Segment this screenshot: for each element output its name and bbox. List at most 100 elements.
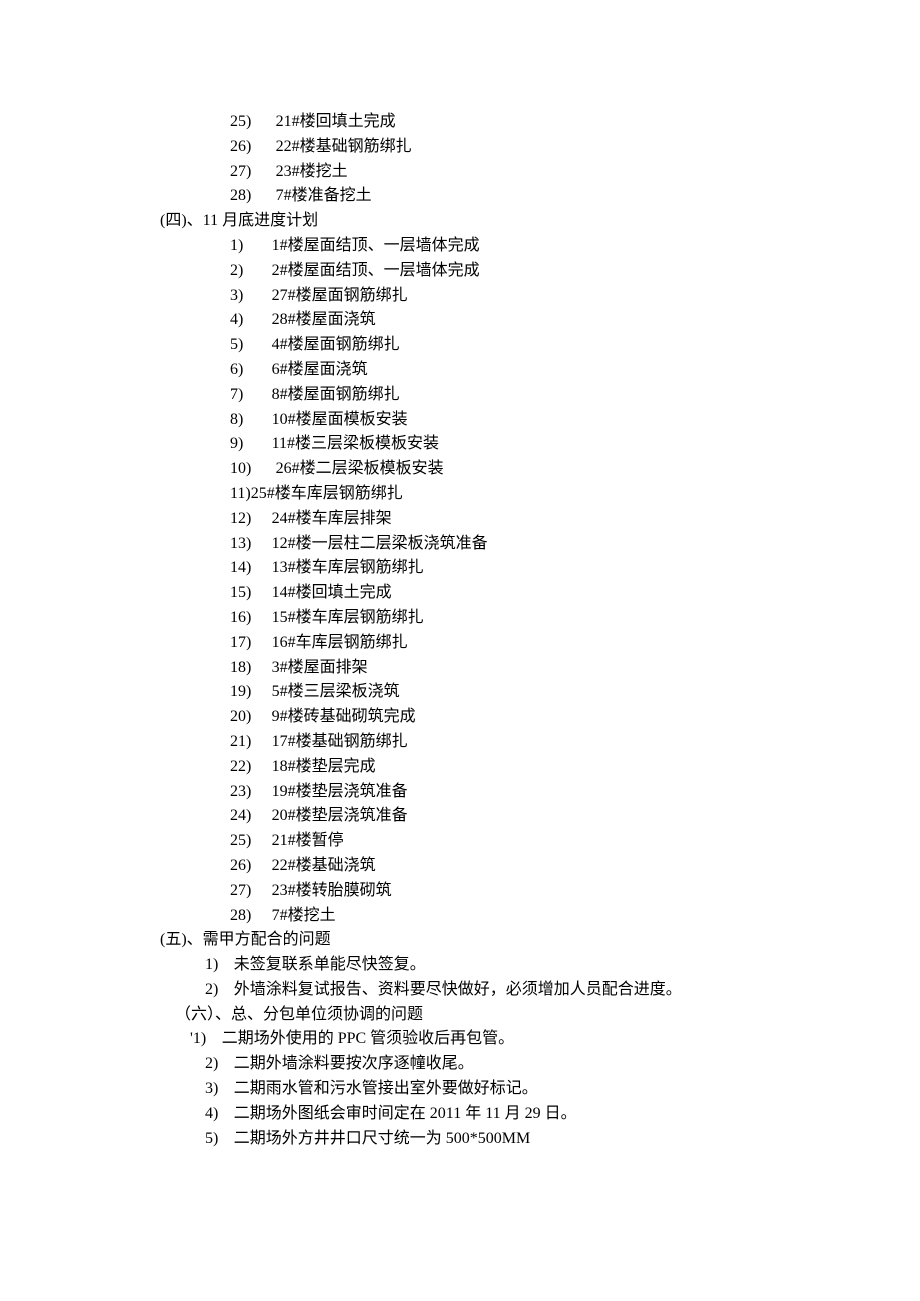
item-number: 2) [205, 1052, 234, 1077]
item-number: 7) [230, 383, 272, 408]
item-number: 2) [230, 259, 272, 284]
list-item: 11)25#楼车库层钢筋绑扎 [60, 482, 860, 507]
item-text: 18#楼垫层完成 [272, 758, 376, 775]
item-text: 5#楼三层梁板浇筑 [272, 683, 400, 700]
item-text: 1#楼屋面结顶、一层墙体完成 [272, 237, 480, 254]
item-number: 4) [205, 1102, 234, 1127]
list-item: 8)10#楼屋面模板安装 [60, 408, 860, 433]
list-item: 26) 22#楼基础钢筋绑扎 [60, 135, 860, 160]
item-number: 9) [230, 432, 272, 457]
item-number: 8) [230, 408, 272, 433]
item-text: 28#楼屋面浇筑 [272, 311, 376, 328]
list-item: 12)24#楼车库层排架 [60, 507, 860, 532]
item-number: 6) [230, 358, 272, 383]
item-text: 20#楼垫层浇筑准备 [272, 807, 408, 824]
list-item: 3)二期雨水管和污水管接出室外要做好标记。 [60, 1077, 860, 1102]
list-item: 4)二期场外图纸会审时间定在 2011 年 11 月 29 日。 [60, 1102, 860, 1127]
document-page: 25) 21#楼回填土完成 26) 22#楼基础钢筋绑扎 27) 23#楼挖土 … [0, 0, 920, 1301]
list-item: 2)二期外墙涂料要按次序逐幢收尾。 [60, 1052, 860, 1077]
list-item: 3)27#楼屋面钢筋绑扎 [60, 284, 860, 309]
item-number: 17) [230, 631, 272, 656]
item-number: 3) [230, 284, 272, 309]
list-item: 5)二期场外方井井口尺寸统一为 500*500MM [60, 1127, 860, 1152]
list-item: 28)7#楼挖土 [60, 904, 860, 929]
item-number: 23) [230, 780, 272, 805]
item-text: 7#楼挖土 [272, 907, 336, 924]
list-item: 10) 26#楼二层梁板模板安装 [60, 457, 860, 482]
item-text: 16#车库层钢筋绑扎 [272, 634, 408, 651]
list-item: 17)16#车库层钢筋绑扎 [60, 631, 860, 656]
list-item: 7)8#楼屋面钢筋绑扎 [60, 383, 860, 408]
list-item: 13)12#楼一层柱二层梁板浇筑准备 [60, 532, 860, 557]
item-number: 18) [230, 656, 272, 681]
item-number: 27) [230, 160, 272, 185]
item-number: 24) [230, 804, 272, 829]
item-text: 21#楼回填土完成 [276, 113, 396, 130]
list-item: 5)4#楼屋面钢筋绑扎 [60, 333, 860, 358]
item-text: 7#楼准备挖土 [276, 187, 372, 204]
item-number: 15) [230, 581, 272, 606]
list-item: 24)20#楼垫层浇筑准备 [60, 804, 860, 829]
list-item: 23)19#楼垫层浇筑准备 [60, 780, 860, 805]
list-item: 21)17#楼基础钢筋绑扎 [60, 730, 860, 755]
item-text: 21#楼暂停 [272, 832, 344, 849]
list-item: '1)二期场外使用的 PPC 管须验收后再包管。 [60, 1027, 860, 1052]
item-number: 13) [230, 532, 272, 557]
item-number: 19) [230, 680, 272, 705]
item-text: 13#楼车库层钢筋绑扎 [272, 559, 424, 576]
item-text: 二期场外图纸会审时间定在 2011 年 11 月 29 日。 [234, 1105, 577, 1122]
list-item: 1)1#楼屋面结顶、一层墙体完成 [60, 234, 860, 259]
item-number: 21) [230, 730, 272, 755]
item-text: 2#楼屋面结顶、一层墙体完成 [272, 262, 480, 279]
item-text: 6#楼屋面浇筑 [272, 361, 368, 378]
item-number: 1) [230, 234, 272, 259]
item-text: 23#楼转胎膜砌筑 [272, 882, 392, 899]
list-item: 25)21#楼暂停 [60, 829, 860, 854]
item-text: 24#楼车库层排架 [272, 510, 392, 527]
section-heading-5: (五)、需甲方配合的问题 [60, 928, 860, 953]
item-number: 28) [230, 184, 272, 209]
list-item: 4)28#楼屋面浇筑 [60, 308, 860, 333]
item-number: 25) [230, 829, 272, 854]
item-text: 23#楼挖土 [276, 163, 348, 180]
list-item: 27) 23#楼挖土 [60, 160, 860, 185]
item-number: 12) [230, 507, 272, 532]
list-item: 27)23#楼转胎膜砌筑 [60, 879, 860, 904]
item-number: 5) [230, 333, 272, 358]
item-number: 26) [230, 854, 272, 879]
item-text: 二期外墙涂料要按次序逐幢收尾。 [234, 1055, 474, 1072]
item-number: 3) [205, 1077, 234, 1102]
item-text: 15#楼车库层钢筋绑扎 [272, 609, 424, 626]
list-item: 18)3#楼屋面排架 [60, 656, 860, 681]
item-text: 11#楼三层梁板模板安装 [272, 435, 439, 452]
item-number: 10) [230, 457, 272, 482]
list-item: 6)6#楼屋面浇筑 [60, 358, 860, 383]
item-number: 14) [230, 556, 272, 581]
list-item: 25) 21#楼回填土完成 [60, 110, 860, 135]
item-number: 28) [230, 904, 272, 929]
list-item: 1)未签复联系单能尽快签复。 [60, 953, 860, 978]
item-number: 20) [230, 705, 272, 730]
item-number: 22) [230, 755, 272, 780]
item-text: 22#楼基础浇筑 [272, 857, 376, 874]
list-item: 28) 7#楼准备挖土 [60, 184, 860, 209]
item-text: 14#楼回填土完成 [272, 584, 392, 601]
list-item: 2)外墙涂料复试报告、资料要尽快做好，必须增加人员配合进度。 [60, 978, 860, 1003]
item-text: 10#楼屋面模板安装 [272, 411, 408, 428]
item-number: 5) [205, 1127, 234, 1152]
item-text: 8#楼屋面钢筋绑扎 [272, 386, 400, 403]
item-number: 25) [230, 110, 272, 135]
item-text: 3#楼屋面排架 [272, 659, 368, 676]
item-number: 26) [230, 135, 272, 160]
item-number: 1) [205, 953, 234, 978]
item-number: 27) [230, 879, 272, 904]
list-item: 22)18#楼垫层完成 [60, 755, 860, 780]
item-text: 26#楼二层梁板模板安装 [276, 460, 444, 477]
section-heading-6: （六）、总、分包单位须协调的问题 [60, 1003, 860, 1028]
list-item: 2)2#楼屋面结顶、一层墙体完成 [60, 259, 860, 284]
list-item: 20)9#楼砖基础砌筑完成 [60, 705, 860, 730]
item-text: 22#楼基础钢筋绑扎 [276, 138, 412, 155]
item-text: 未签复联系单能尽快签复。 [234, 956, 426, 973]
list-item: 19)5#楼三层梁板浇筑 [60, 680, 860, 705]
section-heading-4: (四)、11 月底进度计划 [60, 209, 860, 234]
